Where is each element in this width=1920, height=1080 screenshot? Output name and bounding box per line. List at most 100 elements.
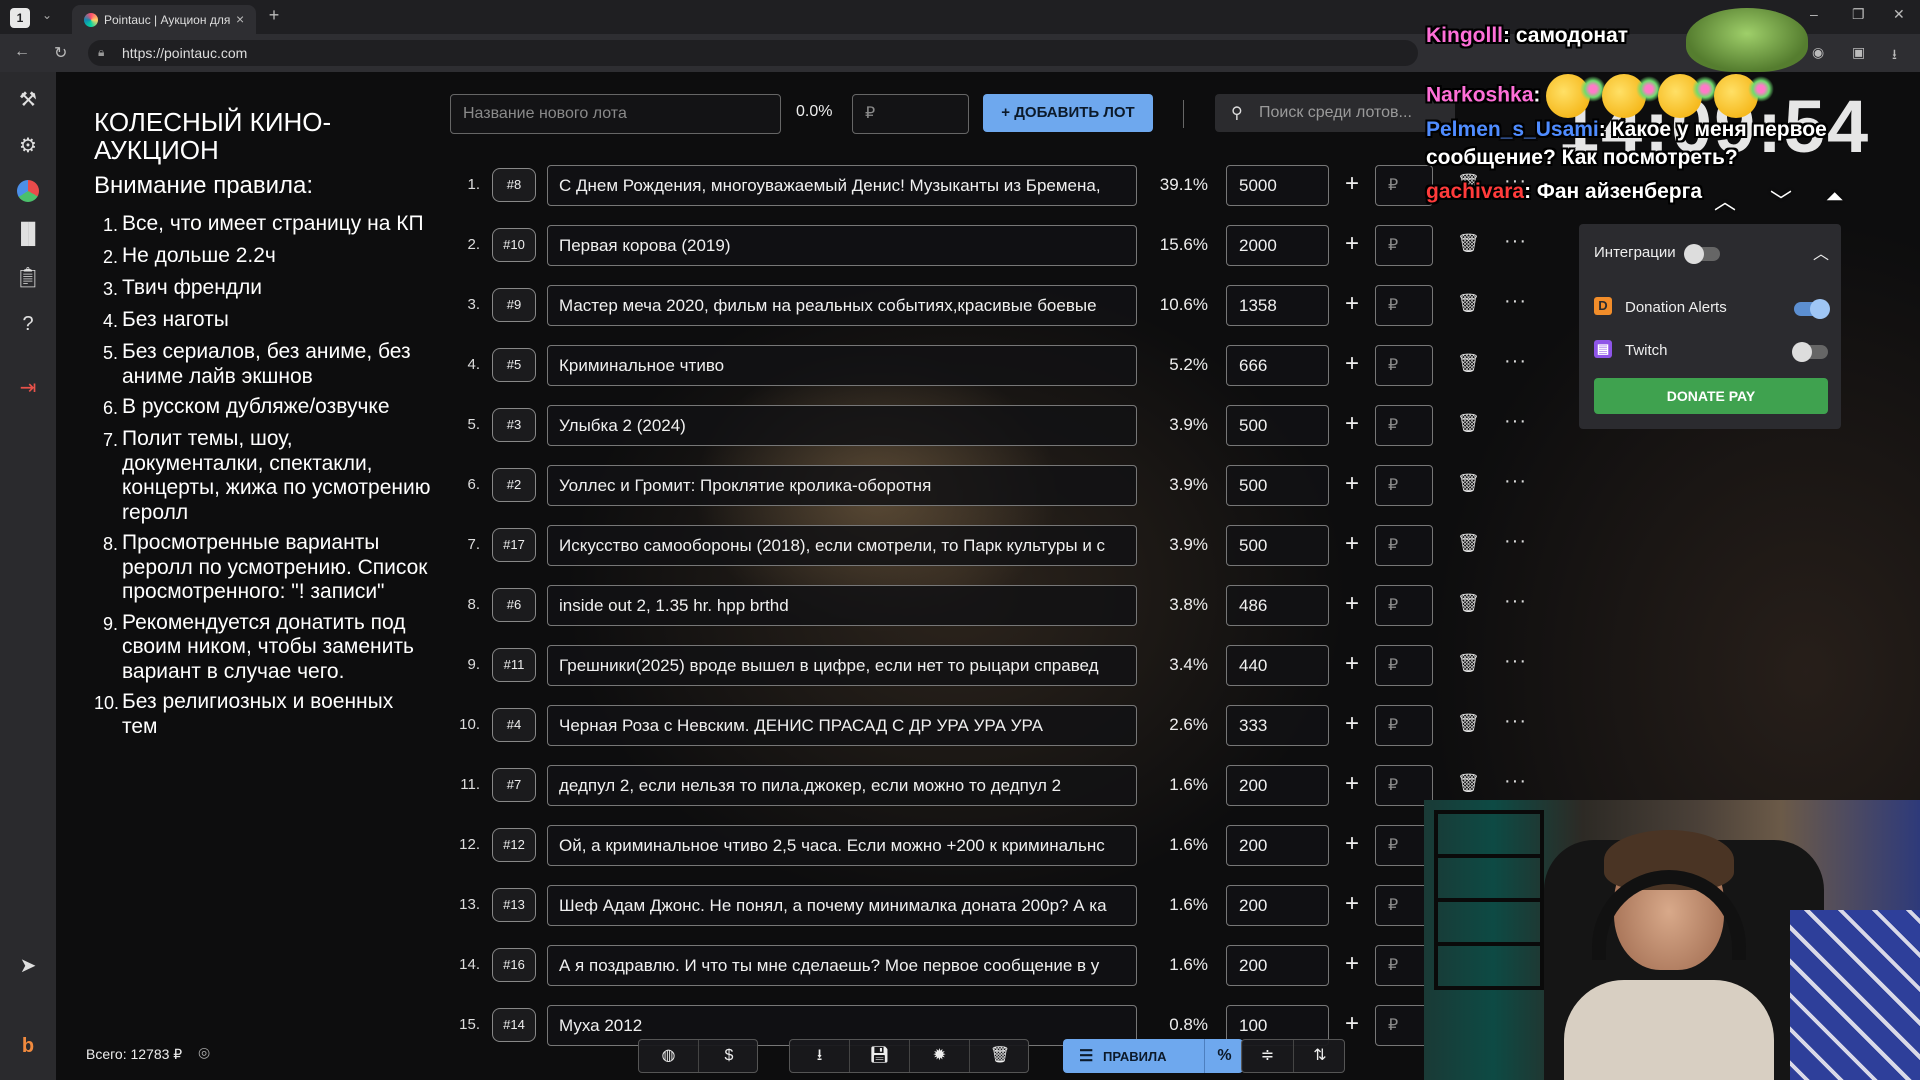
- lot-amount-input[interactable]: 500: [1226, 465, 1329, 506]
- lot-id-badge[interactable]: #8: [492, 168, 536, 202]
- donate-pay-button[interactable]: DONATE PAY: [1594, 378, 1828, 414]
- lot-id-badge[interactable]: #11: [492, 648, 536, 682]
- lot-id-badge[interactable]: #9: [492, 288, 536, 322]
- lot-id-badge[interactable]: #13: [492, 888, 536, 922]
- lot-id-badge[interactable]: #2: [492, 468, 536, 502]
- close-icon[interactable]: ×: [236, 11, 244, 27]
- lot-id-badge[interactable]: #7: [492, 768, 536, 802]
- bug-icon[interactable]: ✹: [910, 1040, 970, 1072]
- lot-name-input[interactable]: дедпул 2, если нельзя то пила.джокер, ес…: [547, 765, 1137, 806]
- extension-icon[interactable]: ▣: [1852, 44, 1865, 61]
- lot-add-amount-input[interactable]: ₽: [1375, 285, 1433, 326]
- lot-add-amount-input[interactable]: ₽: [1375, 705, 1433, 746]
- download-icon[interactable]: ⭳: [790, 1040, 850, 1072]
- plus-icon[interactable]: +: [1340, 771, 1364, 797]
- trash-icon[interactable]: 🗑︎: [1457, 773, 1480, 794]
- reload-icon[interactable]: ↻: [54, 43, 67, 63]
- plus-icon[interactable]: +: [1340, 1011, 1364, 1037]
- download-icon[interactable]: ⭳: [1892, 44, 1897, 68]
- lot-add-amount-input[interactable]: ₽: [1375, 465, 1433, 506]
- lot-amount-input[interactable]: 200: [1226, 825, 1329, 866]
- trash-icon[interactable]: 🗑︎: [1457, 293, 1480, 314]
- lot-amount-input[interactable]: 200: [1226, 765, 1329, 806]
- more-icon[interactable]: ···: [1504, 590, 1527, 613]
- donation-alerts-toggle[interactable]: [1794, 299, 1830, 319]
- lot-amount-input[interactable]: 5000: [1226, 165, 1329, 206]
- auction-gavel-icon[interactable]: ⚒: [14, 86, 42, 114]
- trash-icon[interactable]: 🗑︎: [1457, 233, 1480, 254]
- more-icon[interactable]: ···: [1504, 710, 1527, 733]
- lot-name-input[interactable]: Мастер меча 2020, фильм на реальных собы…: [547, 285, 1137, 326]
- lot-amount-input[interactable]: 2000: [1226, 225, 1329, 266]
- more-icon[interactable]: ···: [1504, 410, 1527, 433]
- lot-name-input[interactable]: Первая корова (2019): [547, 225, 1137, 266]
- trash-icon[interactable]: 🗑︎: [1457, 353, 1480, 374]
- chevron-down-icon[interactable]: ⌄: [42, 8, 52, 22]
- trash-icon[interactable]: 🗑︎: [1457, 713, 1480, 734]
- chevron-up-icon[interactable]: ︿: [1813, 240, 1829, 264]
- restore-icon[interactable]: ❐: [1852, 6, 1865, 23]
- lot-add-amount-input[interactable]: ₽: [1375, 645, 1433, 686]
- plus-icon[interactable]: +: [1340, 171, 1364, 197]
- more-icon[interactable]: ···: [1504, 650, 1527, 673]
- lot-id-badge[interactable]: #3: [492, 408, 536, 442]
- donate-icon[interactable]: $: [699, 1040, 759, 1072]
- plus-icon[interactable]: +: [1340, 651, 1364, 677]
- trash-icon[interactable]: 🗑︎: [1457, 653, 1480, 674]
- trash-icon[interactable]: 🗑︎: [1457, 533, 1480, 554]
- lot-name-input[interactable]: Искусство самообороны (2018), если смотр…: [547, 525, 1137, 566]
- lot-add-amount-input[interactable]: ₽: [1375, 165, 1433, 206]
- lot-add-amount-input[interactable]: ₽: [1375, 225, 1433, 266]
- lot-name-input[interactable]: Криминальное чтиво: [547, 345, 1137, 386]
- lot-id-badge[interactable]: #14: [492, 1008, 536, 1042]
- lot-id-badge[interactable]: #4: [492, 708, 536, 742]
- lot-id-badge[interactable]: #6: [492, 588, 536, 622]
- lot-id-badge[interactable]: #17: [492, 528, 536, 562]
- github-icon[interactable]: ◍: [639, 1040, 699, 1072]
- plus-icon[interactable]: +: [1340, 891, 1364, 917]
- lot-name-input[interactable]: Шеф Адам Джонс. Не понял, а почему миним…: [547, 885, 1137, 926]
- lot-id-badge[interactable]: #16: [492, 948, 536, 982]
- more-icon[interactable]: ···: [1504, 470, 1527, 493]
- new-lot-amount-input[interactable]: [852, 94, 969, 134]
- browser-tab[interactable]: Pointauc | Аукцион для ×: [72, 5, 256, 34]
- lot-search-input[interactable]: [1259, 94, 1449, 132]
- plus-icon[interactable]: +: [1340, 471, 1364, 497]
- more-icon[interactable]: ···: [1504, 770, 1527, 793]
- sort-icon[interactable]: ⇅: [1294, 1040, 1346, 1072]
- save-icon[interactable]: 💾︎: [850, 1040, 910, 1072]
- window-close-icon[interactable]: ✕: [1893, 6, 1905, 23]
- lot-amount-input[interactable]: 1358: [1226, 285, 1329, 326]
- trash-icon[interactable]: 🗑︎: [1457, 593, 1480, 614]
- plus-icon[interactable]: +: [1340, 531, 1364, 557]
- browser-menu-icon[interactable]: 1: [10, 8, 30, 28]
- profile-icon[interactable]: ◉: [1812, 44, 1824, 61]
- lot-name-input[interactable]: Улыбка 2 (2024): [547, 405, 1137, 446]
- clear-lots-icon[interactable]: 🗑︎: [970, 1040, 1030, 1072]
- lot-add-amount-input[interactable]: ₽: [1375, 585, 1433, 626]
- new-tab-button[interactable]: +: [264, 6, 284, 26]
- lot-amount-input[interactable]: 200: [1226, 885, 1329, 926]
- new-lot-name-input[interactable]: [450, 94, 781, 134]
- plus-icon[interactable]: +: [1340, 951, 1364, 977]
- twitch-toggle[interactable]: [1792, 342, 1828, 362]
- lot-name-input[interactable]: А я поздравлю. И что ты мне сделаешь? Мо…: [547, 945, 1137, 986]
- plus-icon[interactable]: +: [1340, 291, 1364, 317]
- plus-icon[interactable]: +: [1340, 231, 1364, 257]
- lot-amount-input[interactable]: 200: [1226, 945, 1329, 986]
- lot-amount-input[interactable]: 333: [1226, 705, 1329, 746]
- plus-icon[interactable]: +: [1340, 591, 1364, 617]
- lot-name-input[interactable]: inside out 2, 1.35 hr. hpp brthd: [547, 585, 1137, 626]
- plus-icon[interactable]: +: [1340, 351, 1364, 377]
- lot-name-input[interactable]: Ой, а криминальное чтиво 2,5 часа. Если …: [547, 825, 1137, 866]
- lot-add-amount-input[interactable]: ₽: [1375, 345, 1433, 386]
- lot-add-amount-input[interactable]: ₽: [1375, 405, 1433, 446]
- lot-amount-input[interactable]: 440: [1226, 645, 1329, 686]
- more-icon[interactable]: ···: [1504, 350, 1527, 373]
- plus-icon[interactable]: +: [1340, 711, 1364, 737]
- add-lot-button[interactable]: + ДОБАВИТЬ ЛОТ: [983, 94, 1153, 132]
- integrations-toggle[interactable]: [1684, 244, 1720, 264]
- lot-id-badge[interactable]: #12: [492, 828, 536, 862]
- lot-name-input[interactable]: Черная Роза с Невским. ДЕНИС ПРАСАД С ДР…: [547, 705, 1137, 746]
- more-icon[interactable]: ···: [1504, 290, 1527, 313]
